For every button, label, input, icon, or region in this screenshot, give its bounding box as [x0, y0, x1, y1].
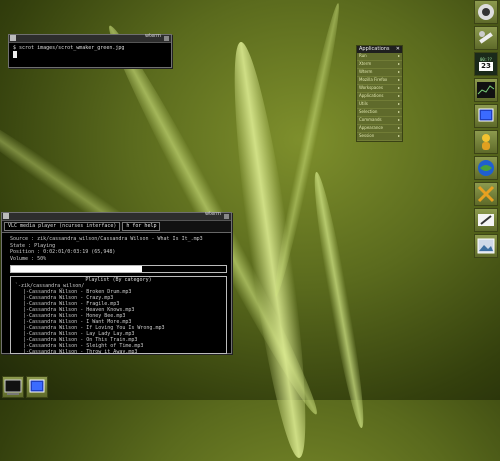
dock-tile-terminal[interactable]: [474, 104, 498, 128]
tools-icon: [479, 31, 493, 44]
monitor-icon: [478, 4, 494, 20]
menu-item-label: Session: [359, 133, 375, 138]
menu-item-appearance[interactable]: Appearance ▸: [357, 125, 402, 133]
terminal-titlebar[interactable]: wterm: [9, 33, 171, 43]
submenu-arrow-icon: ▸: [397, 61, 400, 66]
submenu-arrow-icon: ▸: [397, 77, 400, 82]
terminal-command-line: $ scrot images/scrot_wmaker_green.jpg: [13, 45, 125, 51]
dock-tile-user[interactable]: [474, 130, 498, 154]
bottom-tile-window[interactable]: [26, 376, 48, 398]
menu-item-label: Wterm: [359, 69, 373, 74]
progress-fill: [11, 266, 143, 272]
playlist-items: |-Cassandra Wilson - Broken Drum.mp3 |-Ca…: [11, 289, 226, 353]
dock-tile-browser[interactable]: [474, 156, 498, 180]
pen-icon: [478, 214, 494, 226]
terminal-content[interactable]: $ scrot images/scrot_wmaker_green.jpg: [9, 43, 171, 60]
close-button[interactable]: [164, 36, 169, 41]
menu-item-selection[interactable]: Selection ▸: [357, 109, 402, 117]
menu-item-xterm[interactable]: Xterm ▸: [357, 61, 402, 69]
submenu-arrow-icon: ▸: [397, 93, 400, 98]
submenu-arrow-icon: ▸: [397, 101, 400, 106]
submenu-arrow-icon: ▸: [397, 85, 400, 90]
submenu-arrow-icon: ▸: [397, 69, 400, 74]
volume-line: Volume : 50%: [10, 255, 47, 262]
globe-icon: [478, 160, 494, 176]
vlc-info-panel: Source : zik/cassandra_wilson/Cassandra …: [2, 233, 231, 262]
window-title: wterm: [205, 211, 221, 217]
menu-item-commands[interactable]: Commands ▸: [357, 117, 402, 125]
dock-tile-image-viewer[interactable]: [474, 234, 498, 258]
user-icon: [482, 134, 490, 150]
submenu-arrow-icon: ▸: [397, 133, 400, 138]
vlc-titlebar[interactable]: wterm: [2, 211, 231, 221]
menu-items: Run ▸ Xterm ▸ Wterm ▸ Mozilla Firefox ▸ Workspac…: [357, 53, 402, 141]
menu-item-applications[interactable]: Applications ▸: [357, 93, 402, 101]
menu-item-label: Mozilla Firefox: [359, 77, 388, 82]
dock-tile-x[interactable]: [474, 182, 498, 206]
dock-tile-settings[interactable]: [474, 26, 498, 50]
bottom-icons: [2, 376, 48, 398]
close-icon[interactable]: [3, 213, 9, 219]
dock-tile-editor[interactable]: [474, 208, 498, 232]
mini-terminal-icon: [4, 379, 22, 395]
clock-day: 23: [479, 62, 493, 71]
menu-item-label: Run: [359, 53, 367, 58]
menu-item-mozilla-firefox[interactable]: Mozilla Firefox ▸: [357, 77, 402, 85]
playlist-panel[interactable]: Playlist (By category) `-zik/cassandra_w…: [10, 276, 227, 354]
wallpaper-leaf: [307, 170, 371, 430]
menu-item-label: Utils: [359, 101, 368, 106]
menu-item-utils[interactable]: Utils ▸: [357, 101, 402, 109]
system-monitor-icon: [477, 82, 495, 98]
menu-title[interactable]: Applications ✕: [357, 46, 402, 53]
applications-menu[interactable]: Applications ✕ Run ▸ Xterm ▸ Wterm ▸ Mozilla F…: [356, 45, 403, 142]
close-icon[interactable]: ✕: [396, 46, 400, 53]
menu-title-label: Applications: [359, 46, 390, 52]
menu-item-label: Appearance: [359, 125, 384, 130]
help-hint: h for help: [122, 222, 161, 231]
close-icon[interactable]: [10, 35, 16, 41]
window-title: wterm: [145, 33, 161, 39]
submenu-arrow-icon: ▸: [397, 125, 400, 130]
menu-item-label: Workspaces: [359, 85, 383, 90]
terminal-window[interactable]: wterm $ scrot images/scrot_wmaker_green.…: [8, 33, 172, 68]
terminal-icon: [478, 108, 494, 122]
dock-tile-monitor[interactable]: [474, 78, 498, 102]
menu-item-label: Selection: [359, 109, 378, 114]
playback-progress-bar[interactable]: [10, 265, 227, 273]
menu-item-label: Applications: [359, 93, 384, 98]
menu-item-session[interactable]: Session ▸: [357, 133, 402, 141]
menu-item-label: Commands: [359, 117, 382, 122]
submenu-arrow-icon: ▸: [397, 109, 400, 114]
window-icon: [29, 379, 45, 393]
close-button[interactable]: [224, 214, 229, 219]
menu-item-workspaces[interactable]: Workspaces ▸: [357, 85, 402, 93]
vlc-header-title: VLC media player (ncurses interface): [4, 222, 121, 231]
source-line: Source : zik/cassandra_wilson/Cassandra …: [10, 236, 203, 242]
menu-item-wterm[interactable]: Wterm ▸: [357, 69, 402, 77]
image-viewer-icon: [477, 238, 495, 254]
playlist-item[interactable]: |-Cassandra Wilson - Throw it Away.mp3: [11, 349, 226, 353]
dock: 00:?? 23: [474, 0, 498, 260]
submenu-arrow-icon: ▸: [397, 53, 400, 58]
x-logo-icon: [477, 185, 495, 203]
vlc-terminal-window[interactable]: wterm VLC media player (ncurses interfac…: [1, 211, 232, 354]
dock-tile-clock[interactable]: 00:?? 23: [474, 52, 498, 76]
vlc-header: VLC media player (ncurses interface) h f…: [2, 221, 231, 233]
submenu-arrow-icon: ▸: [397, 117, 400, 122]
dock-tile-workspace[interactable]: [474, 0, 498, 24]
text-cursor: [13, 51, 17, 58]
menu-item-run[interactable]: Run ▸: [357, 53, 402, 61]
menu-item-label: Xterm: [359, 61, 372, 66]
bottom-tile-terminal-mini[interactable]: [2, 376, 24, 398]
